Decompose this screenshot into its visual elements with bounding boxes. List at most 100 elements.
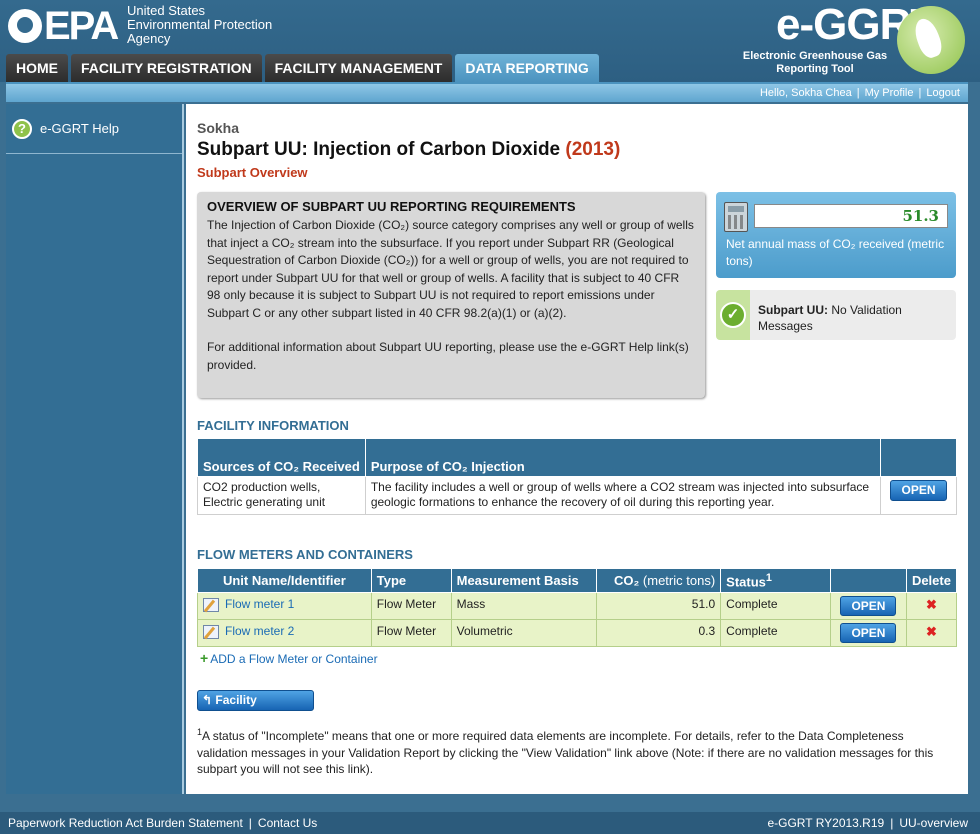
co2-cell: 0.3	[596, 619, 722, 647]
open-flow-meter-button[interactable]: OPEN	[840, 596, 897, 616]
flow-meter-link[interactable]: Flow meter 2	[225, 624, 294, 638]
plus-icon: +	[200, 650, 209, 666]
brand-subtitle: Electronic Greenhouse Gas Reporting Tool	[735, 50, 895, 76]
open-facility-info-button[interactable]: OPEN	[890, 480, 947, 501]
overview-paragraph: The Injection of Carbon Dioxide (CO₂) so…	[207, 218, 694, 320]
co2-header-unit: (metric tons)	[642, 573, 716, 588]
flow-meters-title: FLOW METERS AND CONTAINERS	[197, 547, 413, 562]
my-profile-link[interactable]: My Profile	[865, 87, 914, 99]
table-header-row: Sources of CO₂ Received Purpose of CO₂ I…	[197, 438, 957, 477]
facility-info-table: Sources of CO₂ Received Purpose of CO₂ I…	[197, 438, 957, 515]
column-header-action	[880, 438, 957, 477]
epa-logo[interactable]: EPA	[8, 4, 119, 48]
net-mass-label: Net annual mass of CO₂ received (metric …	[726, 237, 945, 268]
reporting-year: (2013)	[565, 139, 621, 160]
logout-link[interactable]: Logout	[926, 87, 960, 99]
validation-panel: ✓ Subpart UU: No Validation Messages	[716, 290, 956, 340]
status-cell: Complete	[720, 619, 831, 647]
agency-name: United States Environmental Protection A…	[127, 4, 272, 46]
net-mass-panel: 51.3 Net annual mass of CO₂ received (me…	[716, 192, 956, 278]
validation-subpart: Subpart UU:	[758, 303, 828, 317]
sidebar: ? e-GGRT Help	[6, 104, 184, 794]
main-nav: HOME FACILITY REGISTRATION FACILITY MANA…	[6, 54, 599, 82]
separator: |	[856, 87, 860, 99]
co2-header-text: CO₂	[614, 573, 640, 588]
column-header-basis: Measurement Basis	[450, 568, 598, 593]
delete-icon[interactable]: ✖	[926, 624, 937, 639]
action-cell: OPEN	[829, 592, 907, 620]
paperwork-statement-link[interactable]: Paperwork Reduction Act Burden Statement	[8, 816, 243, 830]
co2-cell: 51.0	[596, 592, 722, 620]
site-header: EPA United States Environmental Protecti…	[0, 0, 980, 82]
epa-wordmark: EPA	[44, 4, 119, 48]
separator: |	[890, 816, 894, 830]
page-title: Subpart UU: Injection of Carbon Dioxide …	[197, 139, 620, 161]
basis-cell: Mass	[450, 592, 598, 620]
sources-cell: CO2 production wells, Electric generatin…	[197, 476, 366, 515]
brand-subtitle-line-2: Reporting Tool	[776, 63, 854, 75]
delete-icon[interactable]: ✖	[926, 597, 937, 612]
column-header-purpose: Purpose of CO₂ Injection	[364, 438, 882, 477]
edit-icon[interactable]	[203, 597, 219, 612]
user-bar: Hello, Sokha Chea | My Profile | Logout	[6, 82, 968, 102]
tab-home[interactable]: HOME	[6, 54, 68, 82]
column-header-status: Status1	[720, 568, 831, 593]
calculator-icon	[724, 202, 748, 232]
app-version: e-GGRT RY2013.R19	[767, 816, 885, 830]
separator: |	[918, 87, 922, 99]
tab-facility-management[interactable]: FACILITY MANAGEMENT	[264, 54, 453, 82]
agency-line-2: Environmental Protection	[127, 17, 273, 32]
status-header-text: Status	[726, 574, 766, 590]
facility-name: Sokha	[197, 120, 240, 136]
type-cell: Flow Meter	[370, 592, 452, 620]
add-flow-meter-label: ADD a Flow Meter or Container	[210, 652, 378, 666]
column-header-sources: Sources of CO₂ Received	[197, 438, 366, 477]
tab-data-reporting[interactable]: DATA REPORTING	[455, 54, 599, 82]
table-row: CO2 production wells, Electric generatin…	[197, 476, 957, 515]
user-greeting: Hello, Sokha Chea	[759, 87, 852, 99]
purpose-cell: The facility includes a well or group of…	[364, 476, 882, 515]
flow-meter-link[interactable]: Flow meter 1	[225, 597, 294, 611]
footer-left: Paperwork Reduction Act Burden Statement…	[8, 812, 317, 834]
facility-info-title: FACILITY INFORMATION	[197, 418, 349, 433]
footer-right: e-GGRT RY2013.R19 | UU-overview	[767, 812, 968, 834]
separator: |	[248, 816, 252, 830]
column-header-co2: CO₂ (metric tons)	[596, 568, 722, 593]
page-subtitle: Subpart Overview	[197, 165, 308, 180]
overview-help-paragraph: For additional information about Subpart…	[207, 340, 689, 372]
page-title-text: Subpart UU: Injection of Carbon Dioxide	[197, 139, 561, 160]
egret-logo-icon	[897, 6, 965, 74]
help-icon: ?	[12, 118, 32, 139]
agency-line-1: United States	[127, 3, 206, 18]
sidebar-item-label: e-GGRT Help	[40, 121, 119, 136]
add-flow-meter-link[interactable]: + ADD a Flow Meter or Container	[200, 650, 378, 666]
overview-heading: OVERVIEW OF SUBPART UU REPORTING REQUIRE…	[207, 199, 576, 214]
delete-cell: ✖	[905, 619, 958, 647]
table-header-row: Unit Name/Identifier Type Measurement Ba…	[197, 568, 958, 593]
epa-seal-icon	[8, 9, 42, 43]
facility-overview-button[interactable]: ↰ Facility Overview	[197, 690, 314, 726]
table-row: Flow meter 1 Flow Meter Mass 51.0 Comple…	[197, 592, 958, 620]
page-id: UU-overview	[899, 816, 968, 830]
unit-cell: Flow meter 1	[197, 592, 372, 620]
unit-cell: Flow meter 2	[197, 619, 372, 647]
flow-meters-table: Unit Name/Identifier Type Measurement Ba…	[197, 568, 958, 647]
tab-facility-registration[interactable]: FACILITY REGISTRATION	[71, 54, 262, 82]
delete-cell: ✖	[905, 592, 958, 620]
agency-line-3: Agency	[127, 31, 171, 46]
column-header-action	[829, 568, 907, 593]
type-cell: Flow Meter	[370, 619, 452, 647]
contact-us-link[interactable]: Contact Us	[258, 816, 317, 830]
status-cell: Complete	[720, 592, 831, 620]
open-flow-meter-button[interactable]: OPEN	[840, 623, 897, 643]
action-cell: OPEN	[880, 476, 957, 515]
net-mass-value: 51.3	[754, 204, 948, 228]
back-arrow-icon: ↰	[202, 693, 213, 707]
site-footer: Paperwork Reduction Act Burden Statement…	[0, 812, 980, 834]
status-footnote: 1A status of "Incomplete" means that one…	[197, 724, 957, 778]
footnote-text: A status of "Incomplete" means that one …	[197, 729, 934, 776]
main-content: Sokha Subpart UU: Injection of Carbon Di…	[186, 104, 968, 794]
sidebar-item-help[interactable]: ? e-GGRT Help	[6, 104, 182, 154]
status-footnote-marker: 1	[765, 571, 772, 584]
edit-icon[interactable]	[203, 624, 219, 639]
